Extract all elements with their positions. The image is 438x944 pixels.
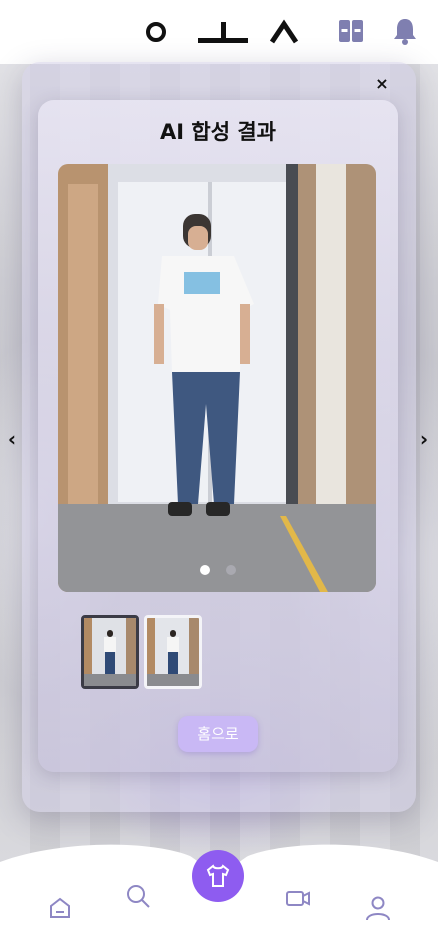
carousel-indicator xyxy=(196,565,246,577)
thumbnail-selected[interactable] xyxy=(81,615,139,689)
home-button[interactable]: 홈으로 xyxy=(178,716,258,752)
shirt-icon[interactable] xyxy=(204,862,232,890)
home-icon[interactable] xyxy=(46,894,74,922)
top-bar xyxy=(0,0,438,64)
bottom-nav xyxy=(0,844,438,944)
carousel-dot[interactable] xyxy=(226,565,236,575)
search-icon[interactable] xyxy=(124,882,152,910)
book-icon[interactable] xyxy=(336,16,366,46)
modal-title: AI 합성 결과 xyxy=(160,120,276,144)
camera-icon[interactable] xyxy=(284,884,312,912)
result-photo xyxy=(58,164,376,592)
prev-arrow-icon[interactable]: ‹ xyxy=(2,428,22,450)
next-arrow-icon[interactable]: › xyxy=(414,428,434,450)
bell-icon[interactable] xyxy=(390,16,420,46)
carousel-dot-active[interactable] xyxy=(200,565,210,575)
app-logo xyxy=(146,19,299,44)
close-button[interactable]: × xyxy=(372,74,392,94)
thumbnail[interactable] xyxy=(144,615,202,689)
user-icon[interactable] xyxy=(364,894,392,922)
